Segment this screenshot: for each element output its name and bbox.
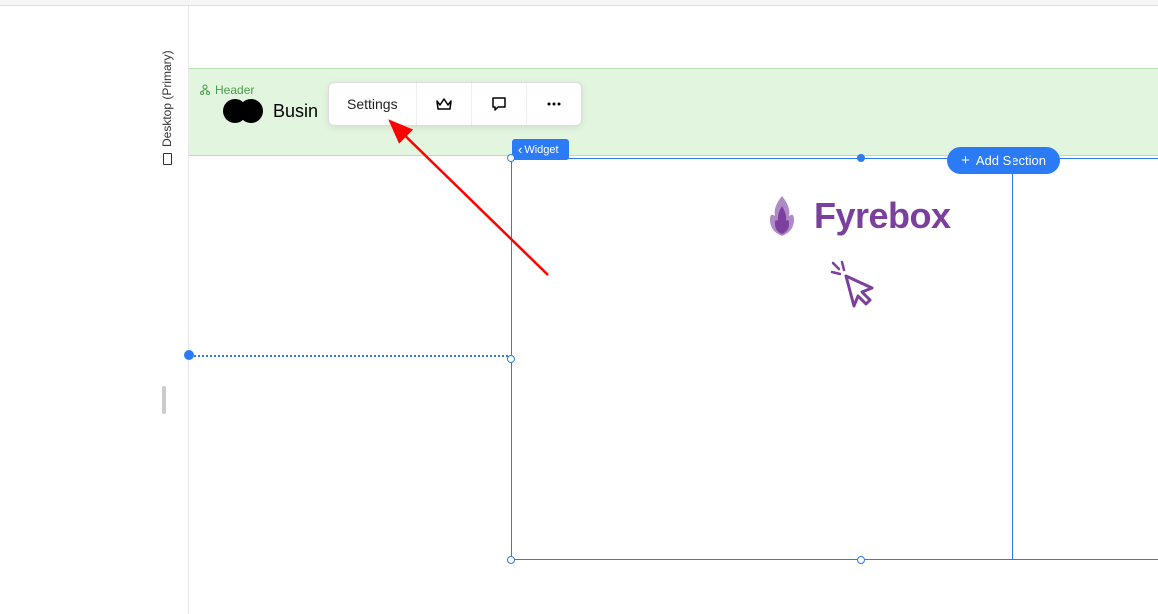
alignment-guide [189, 355, 512, 357]
selection-handle-bl[interactable] [507, 556, 515, 564]
more-button[interactable] [527, 83, 581, 125]
viewport-text: Desktop (Primary) [160, 50, 174, 147]
widget-selection[interactable]: Widget Add Section Fyrebox [511, 158, 1158, 560]
selection-handle-l[interactable] [507, 355, 515, 363]
settings-label: Settings [347, 96, 398, 112]
fyrebox-logo-row: Fyrebox [762, 194, 951, 238]
add-section-label: Add Section [976, 153, 1046, 168]
add-section-button[interactable]: Add Section [947, 147, 1060, 174]
click-cursor-icon [828, 258, 884, 314]
widget-badge[interactable]: Widget [512, 139, 569, 160]
settings-button[interactable]: Settings [329, 83, 417, 125]
column-divider[interactable] [1012, 159, 1013, 559]
alignment-guide-handle[interactable] [184, 350, 194, 360]
widget-badge-text: Widget [524, 144, 558, 156]
header-label-text: Header [215, 83, 254, 97]
selection-handle-tl[interactable] [507, 154, 515, 162]
fyrebox-widget-content: Fyrebox [762, 194, 951, 314]
comment-icon [490, 95, 508, 113]
selection-handle-t[interactable] [857, 154, 865, 162]
header-tree-icon [199, 84, 211, 96]
desktop-icon [163, 153, 172, 165]
side-resize-handle[interactable] [162, 386, 166, 414]
fyrebox-brand-text: Fyrebox [814, 195, 951, 237]
logo-circle [239, 99, 263, 123]
more-icon [545, 95, 563, 113]
crown-button[interactable] [417, 83, 472, 125]
business-name-text: Busin [273, 101, 318, 122]
comment-button[interactable] [472, 83, 527, 125]
fyrebox-flame-icon [762, 194, 802, 238]
element-toolbar: Settings [328, 82, 582, 126]
crown-icon [435, 95, 453, 113]
header-section-label: Header [199, 83, 254, 97]
viewport-label[interactable]: Desktop (Primary) [160, 50, 174, 165]
logo-circles [223, 99, 263, 123]
business-logo-area[interactable]: Busin [223, 99, 318, 123]
selection-handle-b[interactable] [857, 556, 865, 564]
